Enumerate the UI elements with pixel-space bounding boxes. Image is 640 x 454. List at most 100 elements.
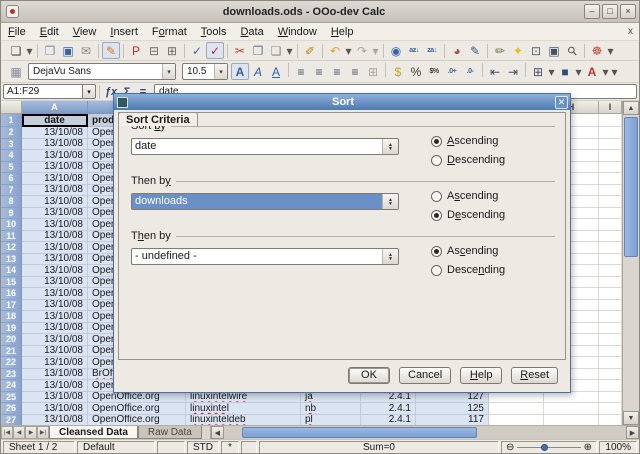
ok-button[interactable]: OK (348, 367, 390, 384)
horizontal-scrollbar-thumb[interactable] (242, 427, 477, 438)
insert-chart-icon[interactable]: ◕ (448, 42, 466, 59)
cell-I11[interactable] (599, 231, 622, 243)
scroll-left-icon[interactable]: ◀ (211, 426, 224, 439)
currency-format-icon[interactable]: $ (389, 63, 407, 80)
email-icon[interactable]: ✉ (77, 42, 95, 59)
cell-A20[interactable]: 13/10/08 (22, 334, 88, 346)
cell-I14[interactable] (599, 265, 622, 277)
cell-A13[interactable]: 13/10/08 (22, 254, 88, 266)
name-box[interactable]: A1:F29 (3, 84, 83, 99)
cell-I2[interactable] (599, 127, 622, 139)
first-sheet-icon[interactable]: |◀ (1, 426, 13, 439)
cell-I27[interactable] (599, 415, 622, 426)
cut-icon[interactable]: ✂ (231, 42, 249, 59)
cell-I10[interactable] (599, 219, 622, 231)
menu-data[interactable]: Data (233, 24, 270, 40)
paste-icon[interactable]: ❑ (267, 42, 285, 59)
ascending-radio[interactable] (431, 246, 442, 257)
cell-B26[interactable]: OpenOffice.org (88, 403, 186, 415)
vertical-scrollbar[interactable]: ▲ ▼ (622, 101, 639, 425)
sheet-tab-cleansed-data[interactable]: Cleansed Data (49, 426, 138, 439)
horizontal-scrollbar-track[interactable] (224, 426, 626, 439)
format-paintbrush-icon[interactable]: ✐ (301, 42, 319, 59)
cell-D26[interactable]: nb (301, 403, 361, 415)
open-icon[interactable]: ❒ (41, 42, 59, 59)
undo-icon[interactable]: ↶ (326, 42, 344, 59)
cell-F26[interactable]: 125 (416, 403, 489, 415)
delete-decimal-icon[interactable]: .0- (461, 63, 479, 80)
row-header-8[interactable]: 8 (1, 196, 22, 208)
row-header-11[interactable]: 11 (1, 231, 22, 243)
background-color-dropdown[interactable]: ▾ (574, 63, 583, 80)
row-header-16[interactable]: 16 (1, 288, 22, 300)
maximize-icon[interactable]: □ (602, 4, 618, 19)
row-header-7[interactable]: 7 (1, 185, 22, 197)
menu-edit[interactable]: Edit (33, 24, 66, 40)
cell-I1[interactable] (599, 114, 622, 127)
then-by-1-combo-dropdown-icon[interactable]: ▲▼ (382, 194, 398, 209)
cell-I4[interactable] (599, 150, 622, 162)
cell-A12[interactable]: 13/10/08 (22, 242, 88, 254)
cell-H26[interactable] (544, 403, 599, 415)
sort-ascending-icon[interactable]: az↓ (405, 42, 423, 59)
cell-G26[interactable] (489, 403, 544, 415)
cancel-button[interactable]: Cancel (399, 367, 451, 384)
row-header-15[interactable]: 15 (1, 277, 22, 289)
auto-spellcheck-icon[interactable]: ✓ (206, 42, 224, 59)
decrease-indent-icon[interactable]: ⇤ (486, 63, 504, 80)
cell-E25[interactable]: 2.4.1 (361, 392, 416, 404)
sort-by-combo-dropdown-icon[interactable]: ▲▼ (382, 139, 398, 154)
sum-status[interactable]: Sum=0 (259, 441, 499, 454)
cell-I15[interactable] (599, 277, 622, 289)
cell-H25[interactable] (544, 392, 599, 404)
font-color-icon[interactable]: A (583, 63, 601, 80)
row-header-3[interactable]: 3 (1, 139, 22, 151)
borders-dropdown[interactable]: ▾ (547, 63, 556, 80)
reset-button[interactable]: Reset (511, 367, 558, 384)
ascending-radio[interactable] (431, 191, 442, 202)
menu-insert[interactable]: Insert (103, 24, 145, 40)
descending-radio[interactable] (431, 210, 442, 221)
cell-I25[interactable] (599, 392, 622, 404)
row-header-26[interactable]: 26 (1, 403, 22, 415)
cell-A27[interactable]: 13/10/08 (22, 415, 88, 426)
previous-sheet-icon[interactable]: ◀ (13, 426, 25, 439)
next-sheet-icon[interactable]: ▶ (25, 426, 37, 439)
cell-A1[interactable]: date (22, 114, 88, 127)
descending-radio[interactable] (431, 265, 442, 276)
row-header-10[interactable]: 10 (1, 219, 22, 231)
cell-F25[interactable]: 127 (416, 392, 489, 404)
menu-window[interactable]: Window (271, 24, 324, 40)
row-header-25[interactable]: 25 (1, 392, 22, 404)
row-header-6[interactable]: 6 (1, 173, 22, 185)
background-color-icon[interactable]: ■ (556, 63, 574, 80)
cell-A18[interactable]: 13/10/08 (22, 311, 88, 323)
export-pdf-icon[interactable]: P (127, 42, 145, 59)
new-document-icon[interactable]: ❏ (7, 42, 25, 59)
navigator-icon[interactable]: ✦ (509, 42, 527, 59)
row-header-19[interactable]: 19 (1, 323, 22, 335)
cell-A16[interactable]: 13/10/08 (22, 288, 88, 300)
cell-E27[interactable]: 2.4.1 (361, 415, 416, 426)
cell-I24[interactable] (599, 380, 622, 392)
cell-I21[interactable] (599, 346, 622, 358)
edit-file-icon[interactable]: ✎ (102, 42, 120, 59)
font-color-dropdown[interactable]: ▾ (601, 63, 610, 80)
gallery-icon[interactable]: ▣ (545, 42, 563, 59)
vertical-scrollbar-thumb[interactable] (624, 117, 638, 257)
row-header-14[interactable]: 14 (1, 265, 22, 277)
scroll-up-icon[interactable]: ▲ (623, 101, 639, 115)
cell-B27[interactable]: OpenOffice.org (88, 415, 186, 426)
cell-A8[interactable]: 13/10/08 (22, 196, 88, 208)
then-by-2-ascending-option[interactable]: Ascending (431, 245, 505, 257)
menu-format[interactable]: Format (145, 24, 194, 40)
toolbar-overflow-dropdown[interactable]: ▾ (606, 42, 615, 59)
then-by-2-combo[interactable]: - undefined -▲▼ (131, 248, 399, 265)
cell-A23[interactable]: 13/10/08 (22, 369, 88, 381)
cell-I18[interactable] (599, 311, 622, 323)
percent-format-icon[interactable]: % (407, 63, 425, 80)
styles-icon[interactable]: ⊡ (527, 42, 545, 59)
last-sheet-icon[interactable]: ▶| (37, 426, 49, 439)
bold-icon[interactable]: A (231, 63, 249, 80)
zoom-out-icon[interactable]: ⊖ (506, 442, 514, 453)
